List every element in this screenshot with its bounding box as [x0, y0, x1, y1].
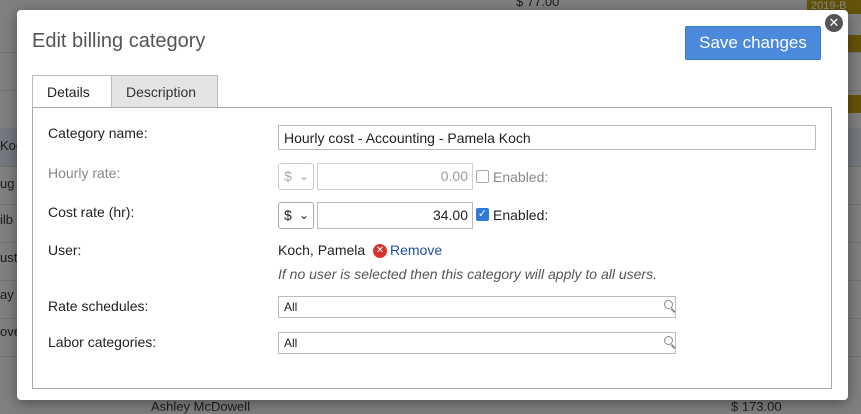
user-label: User: — [48, 242, 82, 258]
close-icon[interactable]: ✕ — [825, 14, 843, 32]
cost-rate-enabled-checkbox[interactable]: ✓ — [476, 208, 489, 221]
remove-icon[interactable]: ✕ — [373, 244, 387, 258]
remove-user-link[interactable]: Remove — [390, 242, 442, 258]
chevron-down-icon: ⌄ — [298, 208, 309, 222]
save-changes-button[interactable]: Save changes — [685, 26, 821, 60]
tab-description[interactable]: Description — [111, 75, 218, 107]
details-panel: Category name: Hourly rate: $⌄ 0.00 Enab… — [32, 107, 832, 389]
hourly-rate-label: Hourly rate: — [48, 165, 121, 181]
rate-schedules-lookup[interactable]: All — [278, 296, 676, 318]
cost-rate-currency-select[interactable]: $ ⌄ — [278, 202, 314, 229]
cost-rate-input[interactable]: 34.00 — [317, 202, 473, 229]
labor-categories-label: Labor categories: — [48, 334, 157, 350]
tab-details[interactable]: Details — [32, 75, 112, 109]
search-icon — [664, 300, 673, 309]
rate-schedules-label: Rate schedules: — [48, 298, 149, 314]
edit-billing-category-dialog: Edit billing category Save changes Detai… — [17, 10, 848, 400]
category-name-input[interactable] — [278, 125, 816, 150]
hourly-rate-enabled-checkbox[interactable] — [476, 170, 489, 183]
labor-categories-lookup[interactable]: All — [278, 332, 676, 354]
dialog-title: Edit billing category — [32, 30, 206, 52]
search-icon — [664, 336, 673, 345]
user-hint-text: If no user is selected then this categor… — [278, 266, 657, 282]
hourly-rate-currency-select[interactable]: $ ⌄ — [278, 163, 314, 190]
cost-rate-label: Cost rate (hr): — [48, 204, 135, 220]
selected-user-name: Koch, Pamela — [278, 242, 366, 258]
category-name-label: Category name: — [48, 125, 148, 141]
chevron-down-icon: ⌄ — [298, 169, 309, 183]
cost-rate-enabled-label: Enabled: — [493, 207, 549, 223]
hourly-rate-input[interactable]: 0.00 — [317, 163, 473, 190]
hourly-rate-enabled-label: Enabled: — [493, 169, 549, 185]
